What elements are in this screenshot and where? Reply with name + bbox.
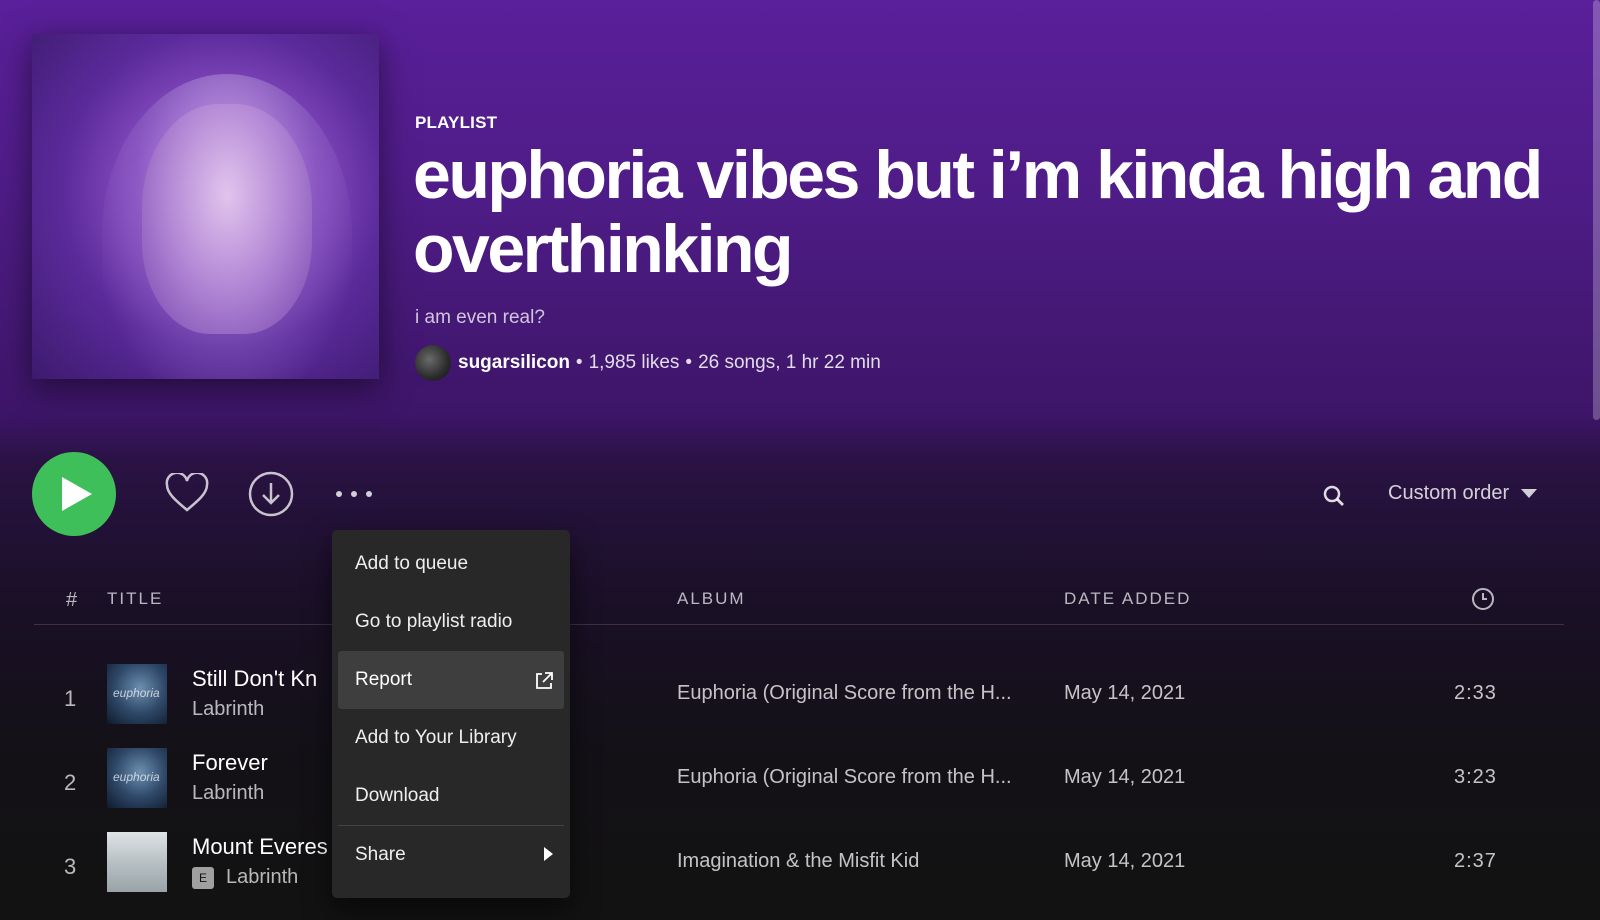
- track-date-added: May 14, 2021: [1064, 682, 1186, 704]
- play-icon: [62, 477, 92, 511]
- owner-link[interactable]: sugarsilicon: [458, 352, 570, 374]
- menu-item-label: Add to Your Library: [355, 727, 517, 748]
- header-number: #: [66, 589, 78, 611]
- menu-item-label: Add to queue: [355, 553, 469, 574]
- menu-item-add-to-queue[interactable]: Add to queue: [338, 535, 564, 593]
- menu-item-report[interactable]: Report: [338, 651, 564, 709]
- cover-face-shape: [142, 104, 312, 334]
- download-icon: [248, 471, 294, 517]
- menu-item-download[interactable]: Download: [338, 767, 564, 825]
- header-date-added[interactable]: DATE ADDED: [1064, 589, 1191, 609]
- header-title[interactable]: TITLE: [107, 589, 163, 609]
- track-title[interactable]: Still Don't Kn: [192, 666, 317, 692]
- track-album[interactable]: Euphoria (Original Score from the H...: [677, 682, 1012, 705]
- search-in-playlist-button[interactable]: [1322, 484, 1346, 508]
- like-button[interactable]: [164, 471, 210, 515]
- menu-item-label: Share: [355, 844, 406, 865]
- submenu-arrow-icon: [544, 847, 553, 861]
- header-album[interactable]: ALBUM: [677, 589, 746, 609]
- meta-separator: •: [685, 352, 693, 373]
- meta-separator: •: [575, 352, 583, 373]
- context-menu: Add to queue Go to playlist radio Report…: [332, 530, 570, 898]
- search-icon: [1323, 485, 1344, 506]
- playlist-type-label: PLAYLIST: [415, 113, 498, 132]
- thumb-overlay-text: euphoria: [113, 770, 160, 784]
- track-date-added: May 14, 2021: [1064, 850, 1186, 872]
- external-link-icon: [536, 672, 553, 689]
- more-icon: [336, 491, 372, 497]
- track-duration: 2:33: [1454, 682, 1497, 704]
- more-options-button[interactable]: [334, 484, 374, 504]
- artist-link[interactable]: Labrinth: [192, 782, 264, 805]
- track-album[interactable]: Euphoria (Original Score from the H...: [677, 766, 1012, 789]
- menu-item-add-to-library[interactable]: Add to Your Library: [338, 709, 564, 767]
- artist-link[interactable]: Labrinth: [226, 866, 298, 889]
- track-artist[interactable]: Labrinth: [192, 698, 264, 721]
- track-row[interactable]: 3 Mount Everes E Labrinth Imagination & …: [34, 832, 1564, 912]
- track-duration: 2:37: [1454, 850, 1497, 872]
- sort-dropdown[interactable]: Custom order: [1388, 482, 1538, 505]
- track-number: 1: [64, 686, 77, 711]
- track-artist[interactable]: Labrinth: [192, 782, 264, 805]
- track-duration: 3:23: [1454, 766, 1497, 788]
- menu-item-share[interactable]: Share: [338, 826, 564, 884]
- heart-icon: [165, 473, 209, 512]
- likes-count: 1,985 likes: [588, 352, 680, 373]
- owner-avatar[interactable]: [415, 345, 451, 381]
- menu-item-label: Download: [355, 785, 440, 806]
- download-button[interactable]: [248, 471, 294, 517]
- header-duration[interactable]: [1471, 587, 1495, 616]
- menu-item-label: Go to playlist radio: [355, 611, 513, 632]
- scrollbar[interactable]: [1593, 0, 1600, 420]
- songs-duration: 26 songs, 1 hr 22 min: [698, 352, 881, 373]
- sort-label: Custom order: [1388, 482, 1510, 504]
- clock-icon: [1472, 588, 1494, 610]
- explicit-badge: E: [192, 866, 214, 889]
- caret-down-icon: [1521, 488, 1538, 498]
- tracklist-header: # TITLE ALBUM DATE ADDED: [34, 585, 1564, 625]
- artist-link[interactable]: Labrinth: [192, 698, 264, 721]
- track-number: 2: [64, 770, 77, 795]
- menu-item-playlist-radio[interactable]: Go to playlist radio: [338, 593, 564, 651]
- track-title[interactable]: Mount Everes: [192, 834, 328, 860]
- playlist-description: i am even real?: [415, 307, 545, 328]
- menu-item-label: Report: [355, 669, 413, 690]
- track-thumbnail: euphoria: [107, 664, 167, 724]
- track-title[interactable]: Forever: [192, 750, 268, 776]
- playlist-cover-image: [32, 34, 379, 379]
- track-album[interactable]: Imagination & the Misfit Kid: [677, 850, 919, 873]
- thumb-overlay-text: euphoria: [113, 686, 160, 700]
- track-row[interactable]: 1 euphoria Still Don't Kn Labrinth Eupho…: [34, 664, 1564, 744]
- playlist-meta: sugarsilicon • 1,985 likes • 26 songs, 1…: [415, 345, 881, 381]
- track-number: 3: [64, 854, 77, 879]
- track-artist[interactable]: E Labrinth: [192, 866, 298, 889]
- track-row[interactable]: 2 euphoria Forever Labrinth Euphoria (Or…: [34, 748, 1564, 828]
- track-date-added: May 14, 2021: [1064, 766, 1186, 788]
- play-button[interactable]: [32, 452, 116, 536]
- track-thumbnail: [107, 832, 167, 892]
- playlist-page: PLAYLIST euphoria vibes but i’m kinda hi…: [0, 0, 1600, 920]
- playlist-title: euphoria vibes but i’m kinda high and ov…: [413, 137, 1543, 287]
- track-thumbnail: euphoria: [107, 748, 167, 808]
